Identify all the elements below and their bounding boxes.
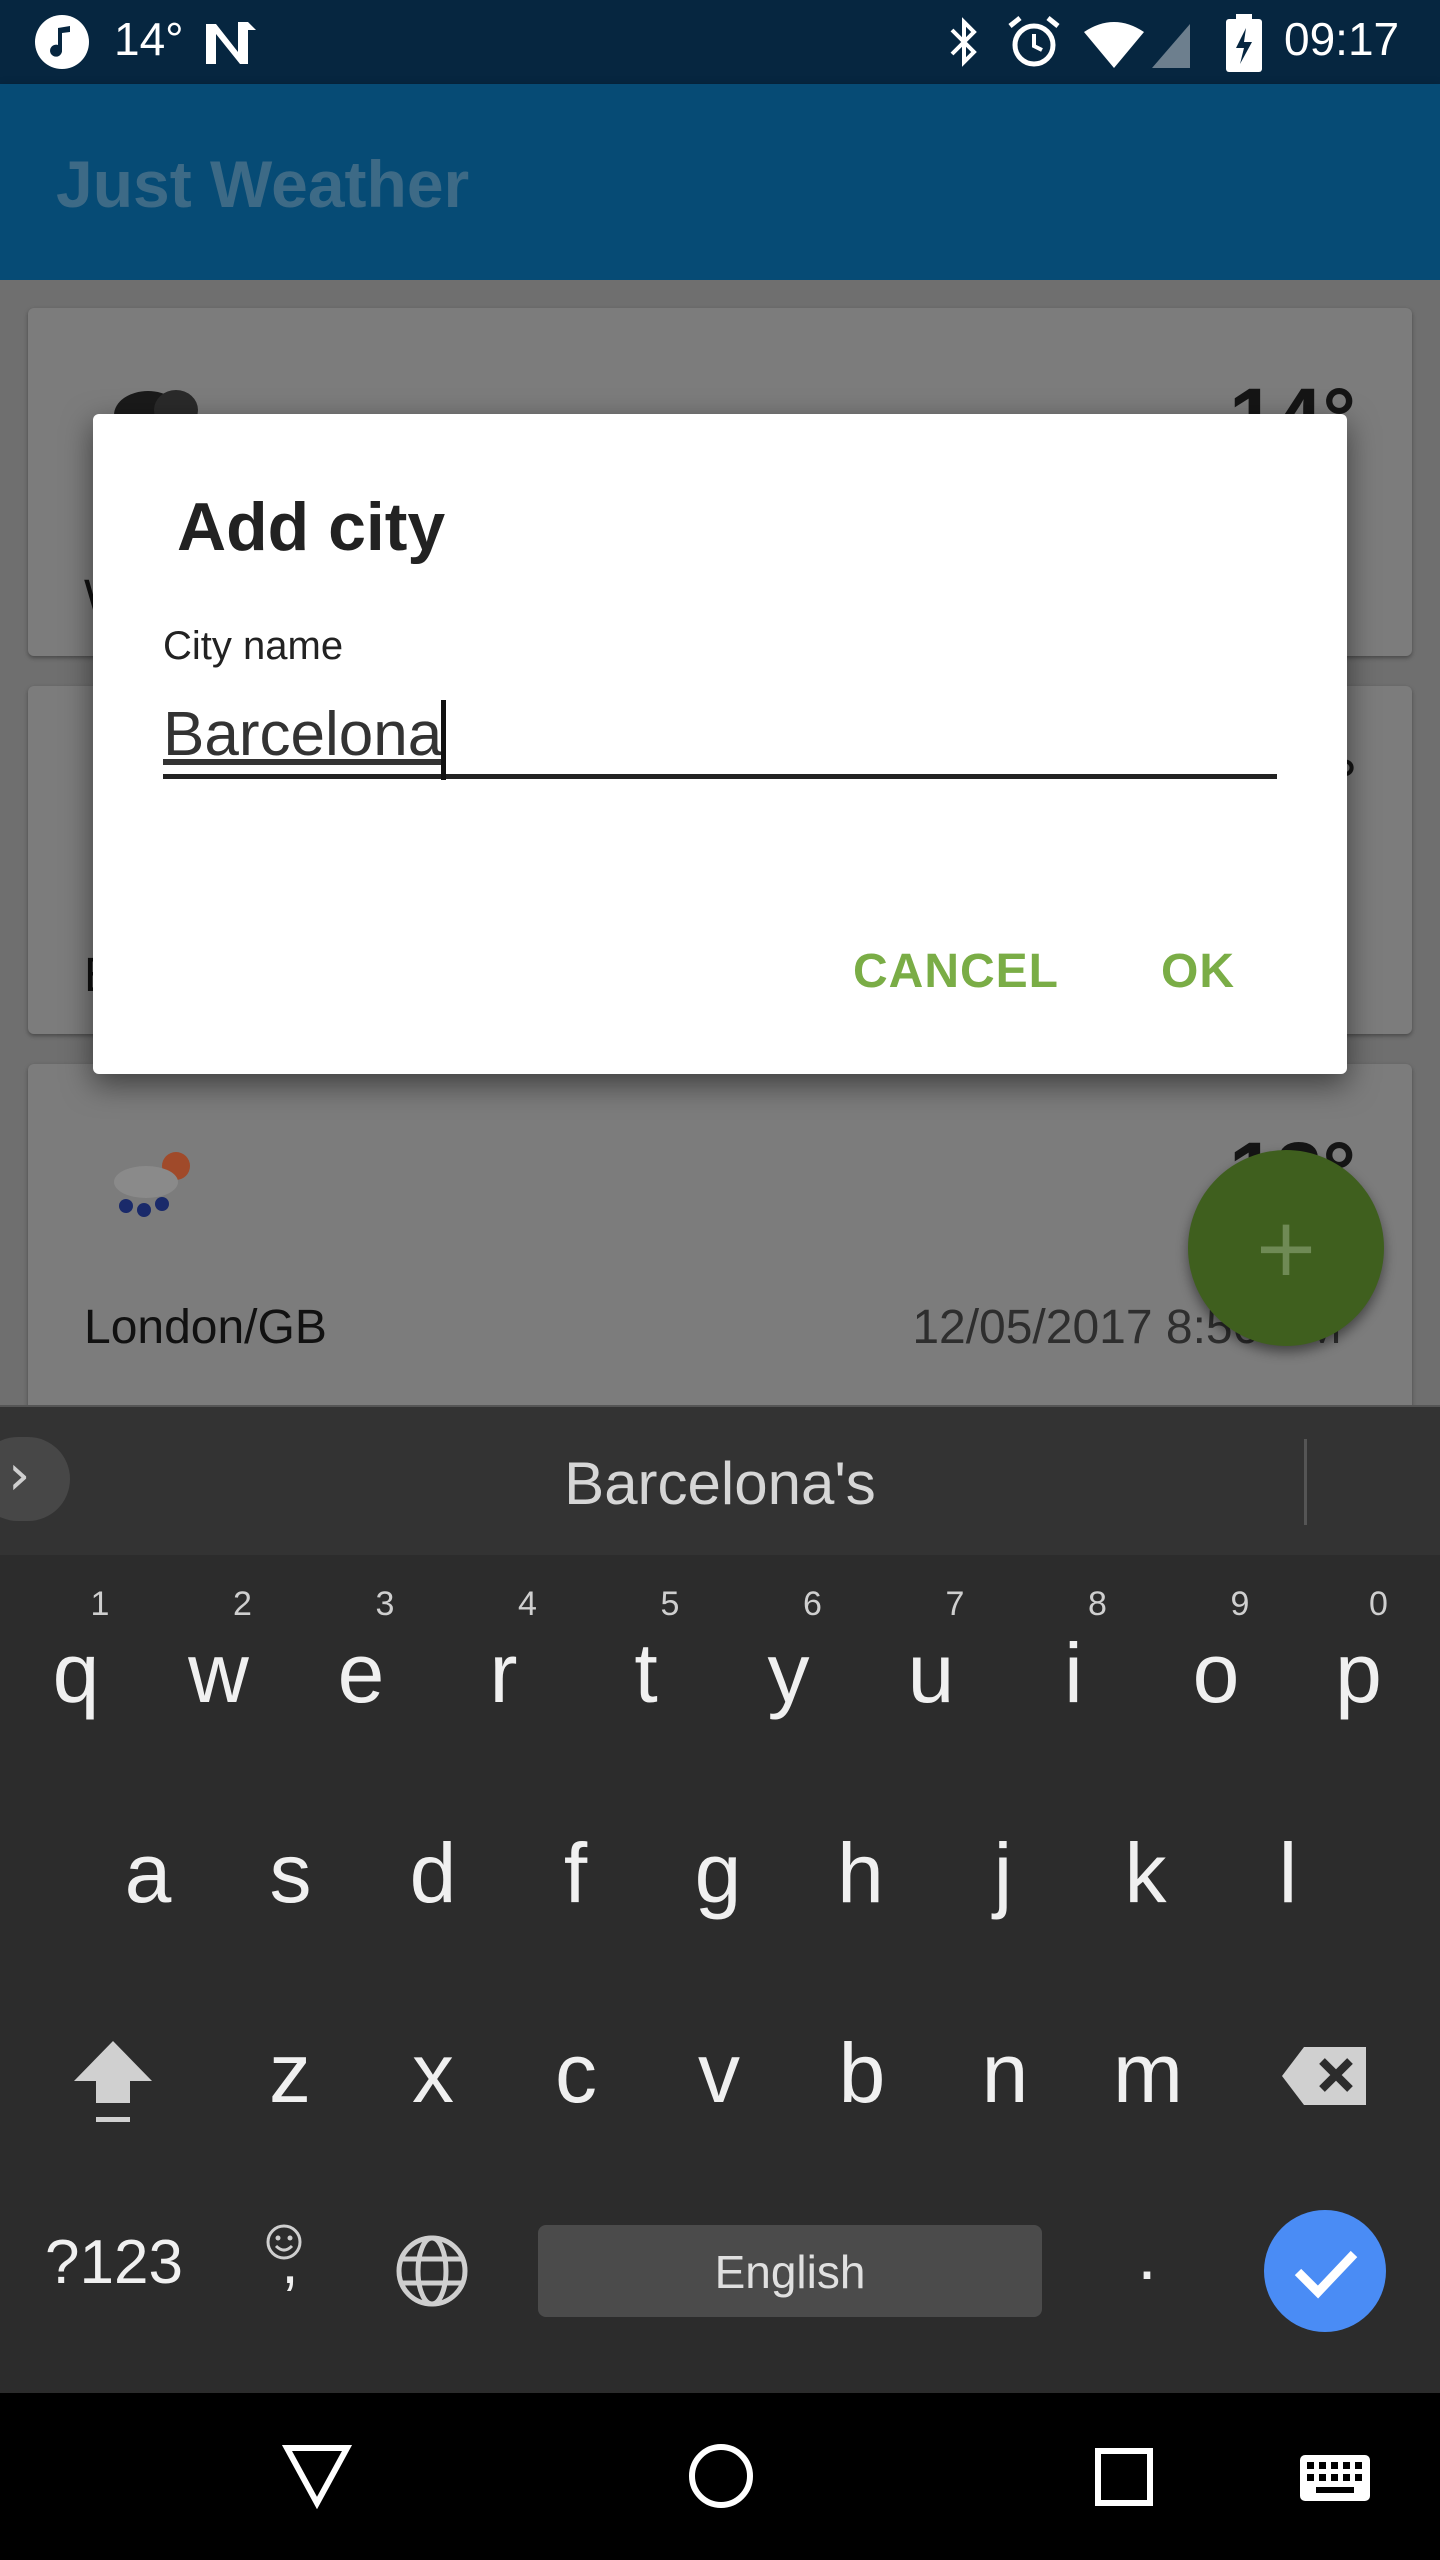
- key-g[interactable]: g: [646, 1825, 790, 1922]
- music-note-icon: [35, 15, 89, 69]
- key-d[interactable]: d: [361, 1825, 505, 1922]
- battery-icon: [1226, 14, 1262, 72]
- key-n[interactable]: n: [933, 2025, 1077, 2122]
- space-key[interactable]: English: [538, 2225, 1042, 2317]
- key-q[interactable]: q: [4, 1625, 148, 1722]
- status-bar: 14° 09:17: [0, 0, 1440, 84]
- key-hint-8: 8: [1088, 1585, 1107, 1623]
- key-p[interactable]: p: [1287, 1625, 1431, 1722]
- wifi-icon: [1084, 22, 1190, 68]
- key-hint-5: 5: [660, 1585, 680, 1623]
- backspace-icon[interactable]: [1280, 2043, 1370, 2109]
- space-key-label: English: [714, 2246, 866, 2298]
- key-v[interactable]: v: [647, 2025, 791, 2122]
- key-a[interactable]: a: [76, 1825, 220, 1922]
- add-city-fab[interactable]: +: [1188, 1150, 1384, 1346]
- plus-icon: +: [1252, 1201, 1320, 1294]
- key-t[interactable]: t: [574, 1625, 718, 1722]
- recents-icon[interactable]: [1094, 2447, 1154, 2507]
- period-key[interactable]: .: [1075, 2215, 1219, 2295]
- card-city-name: London/GB: [84, 1301, 327, 1354]
- ok-button[interactable]: OK: [1161, 944, 1235, 999]
- dialog-title: Add city: [177, 489, 446, 565]
- key-y[interactable]: y: [717, 1625, 861, 1722]
- emoji-icon: [266, 2224, 302, 2260]
- key-c[interactable]: c: [504, 2025, 648, 2122]
- key-j[interactable]: j: [931, 1825, 1075, 1922]
- key-hint-3: 3: [375, 1585, 395, 1623]
- status-temperature: 14°: [114, 13, 184, 65]
- key-hint-6: 6: [803, 1585, 822, 1623]
- key-hint-9: 9: [1230, 1585, 1250, 1623]
- key-b[interactable]: b: [790, 2025, 934, 2122]
- key-k[interactable]: k: [1074, 1825, 1218, 1922]
- key-x[interactable]: x: [361, 2025, 505, 2122]
- rain-sun-icon: [114, 1152, 190, 1217]
- alarm-icon: [1008, 16, 1060, 67]
- key-s[interactable]: s: [219, 1825, 363, 1922]
- navigation-bar: [0, 2393, 1440, 2560]
- key-l[interactable]: l: [1216, 1825, 1360, 1922]
- key-u[interactable]: u: [859, 1625, 1003, 1722]
- key-i[interactable]: i: [1002, 1625, 1146, 1722]
- key-hint-0: 0: [1369, 1585, 1388, 1623]
- globe-icon[interactable]: [394, 2233, 470, 2309]
- key-hint-1: 1: [90, 1585, 110, 1623]
- key-z[interactable]: z: [218, 2025, 362, 2122]
- key-hint-4: 4: [518, 1585, 537, 1623]
- enter-key[interactable]: [1264, 2210, 1386, 2332]
- text-cursor: [441, 700, 446, 780]
- key-hint-7: 7: [945, 1585, 965, 1623]
- key-f[interactable]: f: [504, 1825, 648, 1922]
- app-title: Just Weather: [56, 147, 470, 221]
- status-time: 09:17: [1284, 13, 1400, 65]
- key-hint-2: 2: [233, 1585, 252, 1623]
- n-notification-icon: [206, 22, 256, 64]
- soft-keyboard: q1w2e3r4t5y6u7i8o9p0 asdfghjkl zxcvbnm ?…: [0, 1555, 1440, 2393]
- home-icon[interactable]: [686, 2441, 756, 2511]
- checkmark-icon: [1294, 2250, 1358, 2299]
- shift-icon[interactable]: [68, 2033, 158, 2133]
- city-name-label: City name: [163, 624, 344, 668]
- key-h[interactable]: h: [789, 1825, 933, 1922]
- key-m[interactable]: m: [1076, 2025, 1220, 2122]
- app-bar: Just Weather: [0, 84, 1440, 280]
- city-name-input[interactable]: [163, 694, 1277, 779]
- key-w[interactable]: w: [147, 1625, 291, 1722]
- add-city-dialog: Add city City name CANCEL OK: [93, 414, 1347, 1074]
- keyboard-switch-icon[interactable]: [1298, 2453, 1372, 2503]
- key-e[interactable]: e: [289, 1625, 433, 1722]
- suggestion-word[interactable]: Barcelona's: [0, 1449, 1440, 1518]
- cancel-button[interactable]: CANCEL: [853, 944, 1059, 999]
- key-o[interactable]: o: [1144, 1625, 1288, 1722]
- suggestion-strip: › Barcelona's: [0, 1405, 1440, 1557]
- key-r[interactable]: r: [432, 1625, 576, 1722]
- suggestion-divider: [1304, 1439, 1307, 1525]
- back-icon[interactable]: [282, 2443, 352, 2509]
- bluetooth-icon: [950, 17, 977, 67]
- symbols-key[interactable]: ?123: [42, 2227, 186, 2298]
